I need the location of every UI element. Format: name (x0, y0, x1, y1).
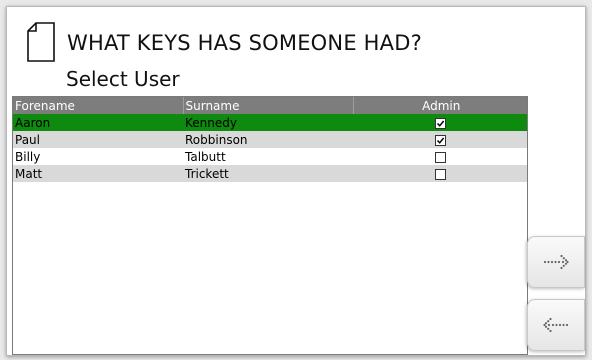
surname-cell: Kennedy (183, 114, 353, 131)
forename-cell: Matt (13, 165, 183, 182)
dotted-arrow-left-icon (543, 317, 569, 333)
forename-cell: Billy (15, 149, 41, 164)
admin-checkbox[interactable] (434, 168, 446, 180)
page-title: WHAT KEYS HAS SOMEONE HAD? (67, 31, 422, 55)
forename-cell: Paul (13, 131, 183, 148)
page-subtitle: Select User (66, 67, 180, 91)
table-header-row: Forename Surname Admin (13, 97, 527, 114)
app-window: WHAT KEYS HAS SOMEONE HAD? Select User F… (6, 6, 586, 356)
admin-cell (353, 131, 527, 148)
admin-checkbox[interactable] (434, 151, 446, 163)
table-row[interactable]: Paul Robbinson (13, 131, 527, 148)
dotted-arrow-right-icon (543, 254, 569, 270)
check-icon (436, 137, 444, 144)
user-table: Forename Surname Admin Aaron Kennedy Pau… (12, 96, 528, 355)
table-row[interactable]: Billy Talbutt (13, 148, 527, 165)
admin-checkbox[interactable] (434, 134, 446, 146)
forename-cell: Aaron (13, 114, 183, 131)
column-header-admin[interactable]: Admin (353, 97, 527, 114)
column-header-surname[interactable]: Surname (183, 97, 354, 114)
table-row[interactable]: Aaron Kennedy (13, 114, 527, 131)
admin-cell (353, 165, 527, 182)
admin-checkbox[interactable] (434, 117, 446, 129)
check-icon (436, 120, 444, 127)
table-row[interactable]: Matt Trickett (13, 165, 527, 182)
back-button[interactable] (527, 299, 585, 351)
surname-cell: Robbinson (183, 131, 353, 148)
next-button[interactable] (527, 236, 585, 288)
admin-cell (353, 114, 527, 131)
surname-cell: Talbutt (185, 149, 226, 164)
column-header-forename[interactable]: Forename (13, 97, 184, 114)
admin-cell (353, 148, 527, 165)
surname-cell: Trickett (183, 165, 353, 182)
document-icon (27, 22, 55, 62)
